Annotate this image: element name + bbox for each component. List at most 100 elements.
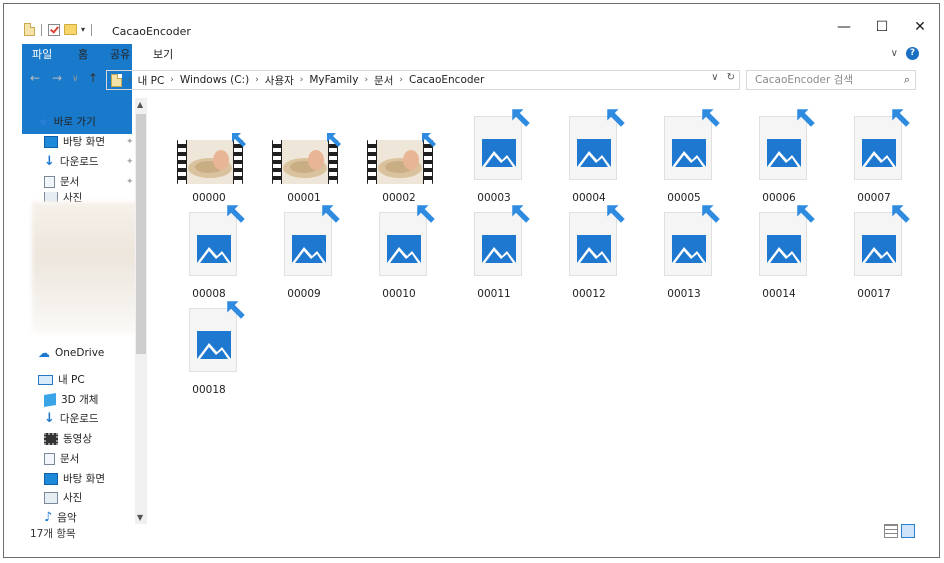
download-icon: ↓ — [44, 410, 55, 426]
breadcrumb-chevron-icon[interactable]: › — [255, 75, 259, 85]
shortcut-arrow-icon — [891, 204, 911, 224]
navigation-pane: ★ 바로 가기 바탕 화면 ✦ ↓ 다운로드 ✦ 문서 ✦ 사진 ✦ ☁ One… — [4, 92, 148, 525]
picture-icon — [292, 235, 326, 263]
breadcrumb-chevron-icon[interactable]: › — [128, 75, 132, 85]
shortcut-arrow-icon — [321, 204, 341, 224]
properties-icon[interactable] — [24, 23, 35, 36]
minimize-button[interactable]: — — [825, 17, 863, 37]
shortcut-arrow-icon — [421, 132, 437, 148]
breadcrumb-item-current[interactable]: CacaoEncoder — [409, 74, 484, 86]
view-switcher — [884, 524, 915, 538]
breadcrumb-chevron-icon[interactable]: › — [399, 75, 403, 85]
sidebar-item-videos[interactable]: 동영상 — [44, 431, 92, 446]
tab-view[interactable]: 보기 — [143, 44, 183, 65]
shortcut-arrow-icon — [511, 204, 531, 224]
scrollbar-thumb[interactable] — [136, 114, 146, 354]
tab-home[interactable]: 홈 — [68, 44, 98, 65]
recent-locations-icon[interactable]: ∨ — [72, 74, 79, 84]
video-icon — [44, 432, 58, 445]
search-icon[interactable]: ⌕ — [904, 71, 910, 89]
sidebar-label: 내 PC — [58, 374, 85, 386]
file-item[interactable]: 00003 — [449, 106, 539, 204]
picture-icon — [577, 235, 611, 263]
picture-icon — [482, 139, 516, 167]
blurred-region — [32, 202, 138, 334]
sidebar-item-onedrive[interactable]: ☁ OneDrive — [38, 346, 104, 360]
breadcrumb-item-documents[interactable]: 문서 — [374, 73, 393, 88]
breadcrumb-chevron-icon[interactable]: › — [364, 75, 368, 85]
breadcrumb-item-user[interactable]: MyFamily — [309, 74, 358, 86]
quick-access-toolbar: ▾ — [24, 23, 94, 36]
file-item[interactable]: 00014 — [734, 202, 824, 300]
file-item[interactable]: 00011 — [449, 202, 539, 300]
sidebar-label: 바로 가기 — [53, 116, 96, 128]
up-button[interactable]: ↑ — [88, 71, 98, 85]
picture-icon — [672, 139, 706, 167]
file-item[interactable]: 00008 — [164, 202, 254, 300]
sidebar-item-quick-access[interactable]: ★ 바로 가기 — [38, 114, 96, 129]
sidebar-item-documents[interactable]: 문서 ✦ — [44, 174, 134, 189]
desktop-icon — [44, 135, 58, 148]
pin-icon[interactable]: ✦ — [126, 177, 134, 187]
breadcrumb-chevron-icon[interactable]: › — [300, 75, 304, 85]
breadcrumb-item-drive[interactable]: Windows (C:) — [180, 74, 249, 86]
file-item[interactable]: 00004 — [544, 106, 634, 204]
checklist-icon[interactable] — [48, 23, 60, 36]
sidebar-item-desktop[interactable]: 바탕 화면 ✦ — [44, 134, 134, 149]
customize-dropdown-icon[interactable]: ▾ — [81, 25, 85, 34]
large-icons-view-icon[interactable] — [901, 524, 915, 538]
sidebar-item-this-pc[interactable]: 내 PC — [38, 372, 85, 387]
file-item[interactable]: 00009 — [259, 202, 349, 300]
scroll-up-icon[interactable]: ▲ — [137, 100, 143, 109]
address-actions: ∨ ↻ — [711, 72, 735, 83]
scroll-down-icon[interactable]: ▼ — [137, 513, 143, 522]
file-item[interactable]: 00005 — [639, 106, 729, 204]
breadcrumb-item-users[interactable]: 사용자 — [265, 73, 294, 88]
search-input[interactable]: CacaoEncoder 검색 ⌕ — [746, 70, 916, 90]
sidebar-scrollbar[interactable]: ▲ ▼ — [135, 98, 147, 524]
help-icon[interactable]: ? — [906, 47, 919, 60]
expand-ribbon-icon[interactable]: ∨ — [891, 48, 898, 59]
maximize-button[interactable]: ☐ — [863, 17, 901, 37]
breadcrumb-item-pc[interactable]: 내 PC — [138, 73, 165, 88]
star-icon: ★ — [38, 114, 49, 129]
location-icon — [111, 73, 122, 87]
pin-icon[interactable]: ✦ — [126, 137, 134, 147]
file-item[interactable]: 00017 — [829, 202, 919, 300]
back-button[interactable]: ← — [30, 71, 40, 85]
new-folder-icon[interactable] — [64, 24, 77, 35]
file-item[interactable]: 00010 — [354, 202, 444, 300]
file-item[interactable]: 00007 — [829, 106, 919, 204]
sidebar-item-pc-documents[interactable]: 문서 — [44, 451, 79, 466]
picture-icon — [577, 139, 611, 167]
sidebar-item-3d-objects[interactable]: 3D 개체 — [44, 392, 98, 407]
pin-icon[interactable]: ✦ — [126, 157, 134, 167]
details-view-icon[interactable] — [884, 524, 898, 538]
file-item[interactable]: 00006 — [734, 106, 824, 204]
ribbon-controls: ∨ ? — [891, 47, 919, 60]
address-dropdown-icon[interactable]: ∨ — [711, 72, 718, 83]
breadcrumb-chevron-icon[interactable]: › — [170, 75, 174, 85]
picture-icon — [197, 331, 231, 359]
sidebar-item-pc-downloads[interactable]: ↓ 다운로드 — [44, 411, 99, 426]
forward-button[interactable]: → — [52, 71, 62, 85]
file-item[interactable]: 00000 — [164, 106, 254, 204]
file-item[interactable]: 00018 — [164, 298, 254, 396]
close-button[interactable]: ✕ — [901, 17, 939, 37]
tab-share[interactable]: 공유 — [100, 44, 140, 65]
file-item[interactable]: 00013 — [639, 202, 729, 300]
file-name: 00012 — [572, 288, 606, 300]
file-name: 00011 — [477, 288, 511, 300]
sidebar-item-pc-pictures[interactable]: 사진 — [44, 490, 82, 505]
refresh-icon[interactable]: ↻ — [727, 72, 735, 83]
sidebar-item-downloads[interactable]: ↓ 다운로드 ✦ — [44, 154, 134, 169]
address-bar[interactable]: › 내 PC › Windows (C:) › 사용자 › MyFamily ›… — [106, 70, 740, 90]
sidebar-item-pictures[interactable]: 사진 ✦ — [44, 192, 82, 202]
file-item[interactable]: 00012 — [544, 202, 634, 300]
video-frame — [282, 140, 328, 184]
sidebar-item-pc-desktop[interactable]: 바탕 화면 — [44, 471, 105, 486]
cube-icon — [44, 392, 56, 407]
file-item[interactable]: 00002 — [354, 106, 444, 204]
file-item[interactable]: 00001 — [259, 106, 349, 204]
sidebar-item-music[interactable]: ♪ 음악 — [44, 510, 77, 525]
